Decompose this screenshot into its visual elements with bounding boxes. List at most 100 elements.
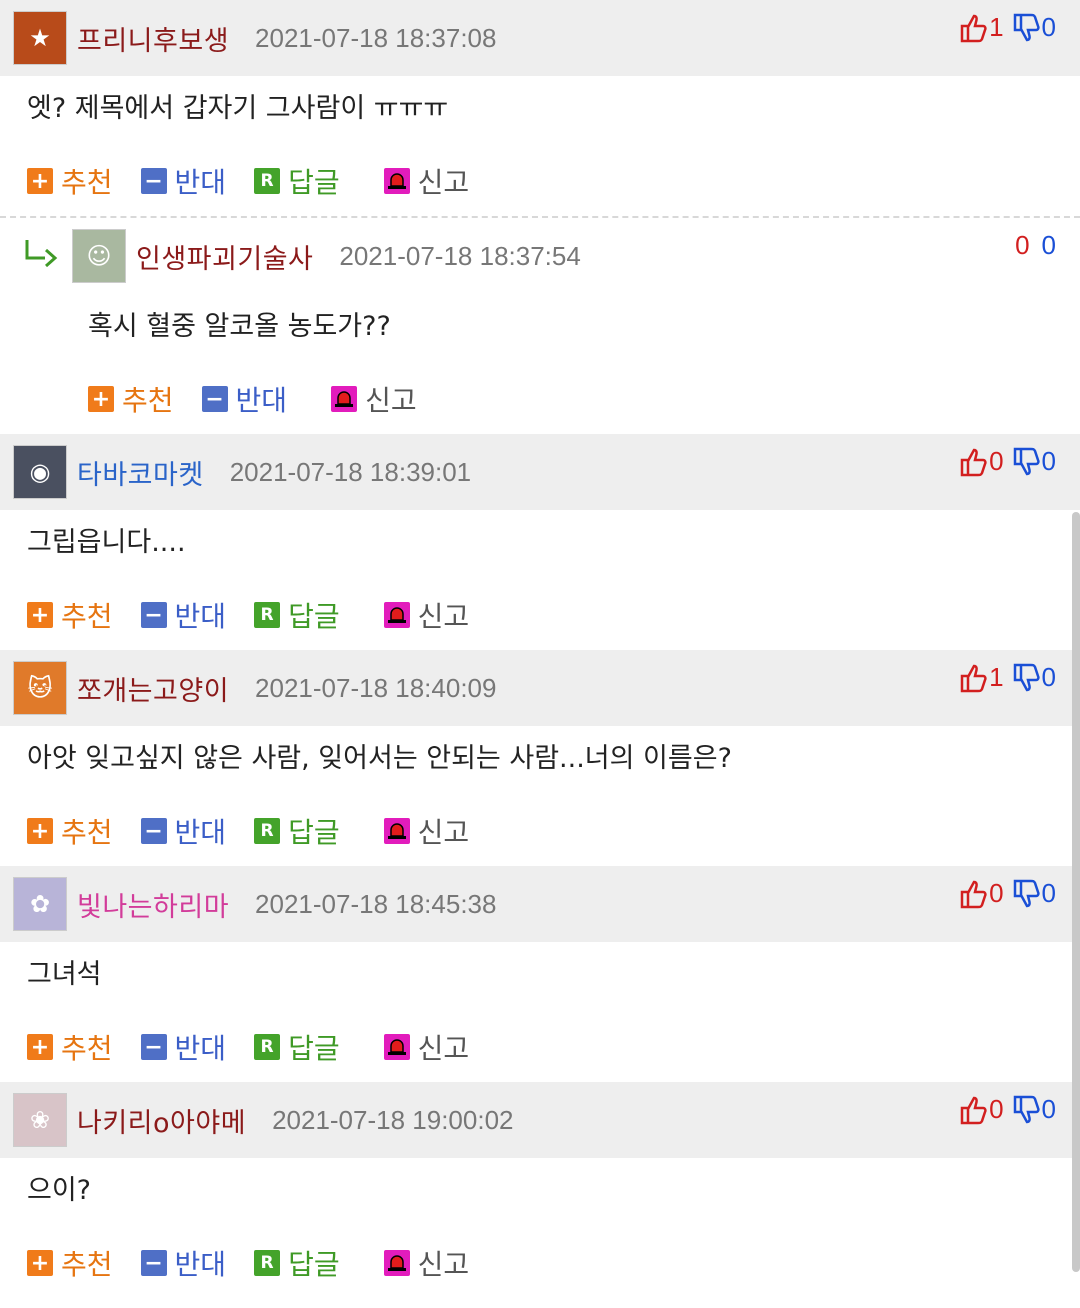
report-label: 신고: [417, 166, 470, 199]
downvote-count: 0: [1041, 446, 1056, 476]
report-label: 신고: [417, 1032, 470, 1065]
thumbs-up-icon: [960, 448, 987, 476]
recommend-button[interactable]: + 추천: [27, 161, 113, 201]
reply-button[interactable]: R 답글: [254, 811, 340, 851]
comment-header: ☺ 인생파괴기술사 2021-07-18 18:37:54 0 0: [0, 218, 1080, 294]
vote-counts: 0 0: [1013, 230, 1056, 261]
recommend-label: 추천: [61, 1248, 113, 1281]
nickname[interactable]: 빛나는하리마: [77, 885, 229, 924]
report-button[interactable]: 신고: [383, 1027, 470, 1067]
recommend-button[interactable]: + 추천: [27, 811, 113, 851]
downvote-count: 0: [1041, 230, 1056, 260]
comment-actions: + 추천 − 반대 R 답글 신고: [0, 580, 1080, 650]
plus-icon: +: [27, 1250, 53, 1276]
reply-comment: ☺ 인생파괴기술사 2021-07-18 18:37:54 0 0 혹시 혈중 …: [0, 216, 1080, 434]
downvote-count: 0: [1041, 878, 1056, 908]
thumbs-up-icon: [960, 880, 987, 908]
report-button[interactable]: 신고: [383, 1243, 470, 1283]
downvote-count: 0: [1041, 662, 1056, 692]
report-button[interactable]: 신고: [383, 595, 470, 635]
upvote-count: 1: [989, 662, 1004, 692]
siren-icon: [383, 818, 410, 844]
recommend-button[interactable]: + 추천: [27, 595, 113, 635]
oppose-button[interactable]: − 반대: [140, 1027, 227, 1067]
nickname[interactable]: 인생파괴기술사: [136, 237, 313, 276]
recommend-label: 추천: [61, 600, 113, 633]
recommend-label: 추천: [122, 384, 174, 417]
oppose-label: 반대: [174, 1032, 227, 1065]
oppose-button[interactable]: − 반대: [201, 379, 287, 419]
upvote-count: 0: [989, 446, 1004, 476]
reply-button[interactable]: R 답글: [254, 1243, 340, 1283]
reply-button[interactable]: R 답글: [254, 1027, 340, 1067]
minus-icon: −: [140, 1250, 167, 1276]
report-label: 신고: [417, 600, 470, 633]
timestamp: 2021-07-18 18:37:08: [255, 22, 497, 53]
report-label: 신고: [365, 384, 417, 417]
upvote-count: 0: [1015, 230, 1030, 260]
plus-icon: +: [27, 818, 53, 844]
oppose-button[interactable]: − 반대: [140, 1243, 226, 1283]
plus-icon: +: [27, 168, 53, 194]
oppose-button[interactable]: − 반대: [140, 811, 226, 851]
report-label: 신고: [417, 1248, 470, 1281]
plus-icon: +: [88, 386, 114, 412]
oppose-button[interactable]: − 반대: [140, 595, 227, 635]
thumbs-up-icon: [960, 664, 987, 692]
comment-actions: + 추천 − 반대 R 답글 신고: [0, 1012, 1080, 1082]
reply-label: 답글: [288, 166, 340, 199]
oppose-label: 반대: [174, 600, 227, 633]
comment-text: 그녀석: [27, 959, 102, 990]
recommend-label: 추천: [61, 1032, 113, 1065]
thumbs-up-icon: [960, 14, 987, 42]
oppose-button[interactable]: − 반대: [140, 161, 226, 201]
avatar[interactable]: ◉: [13, 445, 67, 499]
siren-icon: [383, 602, 410, 628]
comment-actions: + 추천 − 반대 R 답글 신고: [0, 146, 1080, 216]
reply-label: 답글: [288, 1248, 340, 1281]
avatar[interactable]: ★: [13, 11, 67, 65]
report-button[interactable]: 신고: [331, 379, 417, 419]
upvote-count: 0: [989, 1094, 1004, 1124]
scrollbar[interactable]: [1072, 512, 1080, 1272]
timestamp: 2021-07-18 18:45:38: [255, 888, 497, 919]
comment-text: 그립읍니다....: [27, 527, 186, 558]
nickname[interactable]: 프리니후보생: [77, 19, 229, 58]
reply-button[interactable]: R 답글: [254, 595, 340, 635]
report-button[interactable]: 신고: [383, 161, 470, 201]
comment-header: ❀ 나키리o아야메 2021-07-18 19:00:02 0 0: [0, 1082, 1080, 1158]
thumbs-down-icon: [1013, 13, 1040, 41]
siren-icon: [383, 168, 410, 194]
comment-header: ◉ 타바코마켓 2021-07-18 18:39:01 0 0: [0, 434, 1080, 510]
comment-text: 혹시 혈중 알코올 농도가??: [88, 311, 391, 342]
thumbs-down-icon: [1013, 879, 1040, 907]
minus-icon: −: [140, 818, 167, 844]
reply-r-icon: R: [254, 602, 281, 628]
nickname[interactable]: 쪼개는고양이: [77, 669, 229, 708]
report-button[interactable]: 신고: [383, 811, 469, 851]
downvote-count: 0: [1041, 12, 1056, 42]
minus-icon: −: [140, 1034, 167, 1060]
comment-header: ★ 프리니후보생 2021-07-18 18:37:08 1 0: [0, 0, 1080, 76]
avatar[interactable]: ✿: [13, 877, 67, 931]
comment-text: 엣? 제목에서 갑자기 그사람이 ㅠㅠㅠ: [27, 93, 449, 124]
comment-actions: + 추천 − 반대 R 답글 신고: [0, 1228, 1080, 1298]
nickname[interactable]: 타바코마켓: [77, 453, 204, 492]
comment: 🐱 쪼개는고양이 2021-07-18 18:40:09 1 0 아앗 잊고싶지…: [0, 650, 1080, 866]
avatar[interactable]: ❀: [13, 1093, 67, 1147]
recommend-button[interactable]: + 추천: [88, 379, 174, 419]
comment-text: 으이?: [27, 1175, 92, 1206]
siren-icon: [383, 1034, 410, 1060]
timestamp: 2021-07-18 18:39:01: [229, 456, 472, 487]
recommend-button[interactable]: + 추천: [27, 1027, 113, 1067]
reply-label: 답글: [288, 1032, 340, 1065]
recommend-button[interactable]: + 추천: [27, 1243, 113, 1283]
timestamp: 2021-07-18 18:37:54: [339, 240, 581, 271]
vote-counts: 0 0: [959, 446, 1056, 477]
avatar[interactable]: ☺: [72, 229, 126, 283]
nickname[interactable]: 나키리o아야메: [77, 1101, 246, 1140]
thumbs-down-icon: [1013, 1095, 1040, 1123]
reply-button[interactable]: R 답글: [254, 161, 340, 201]
avatar[interactable]: 🐱: [13, 661, 67, 715]
comment: ◉ 타바코마켓 2021-07-18 18:39:01 0 0 그립읍니다...…: [0, 434, 1080, 650]
